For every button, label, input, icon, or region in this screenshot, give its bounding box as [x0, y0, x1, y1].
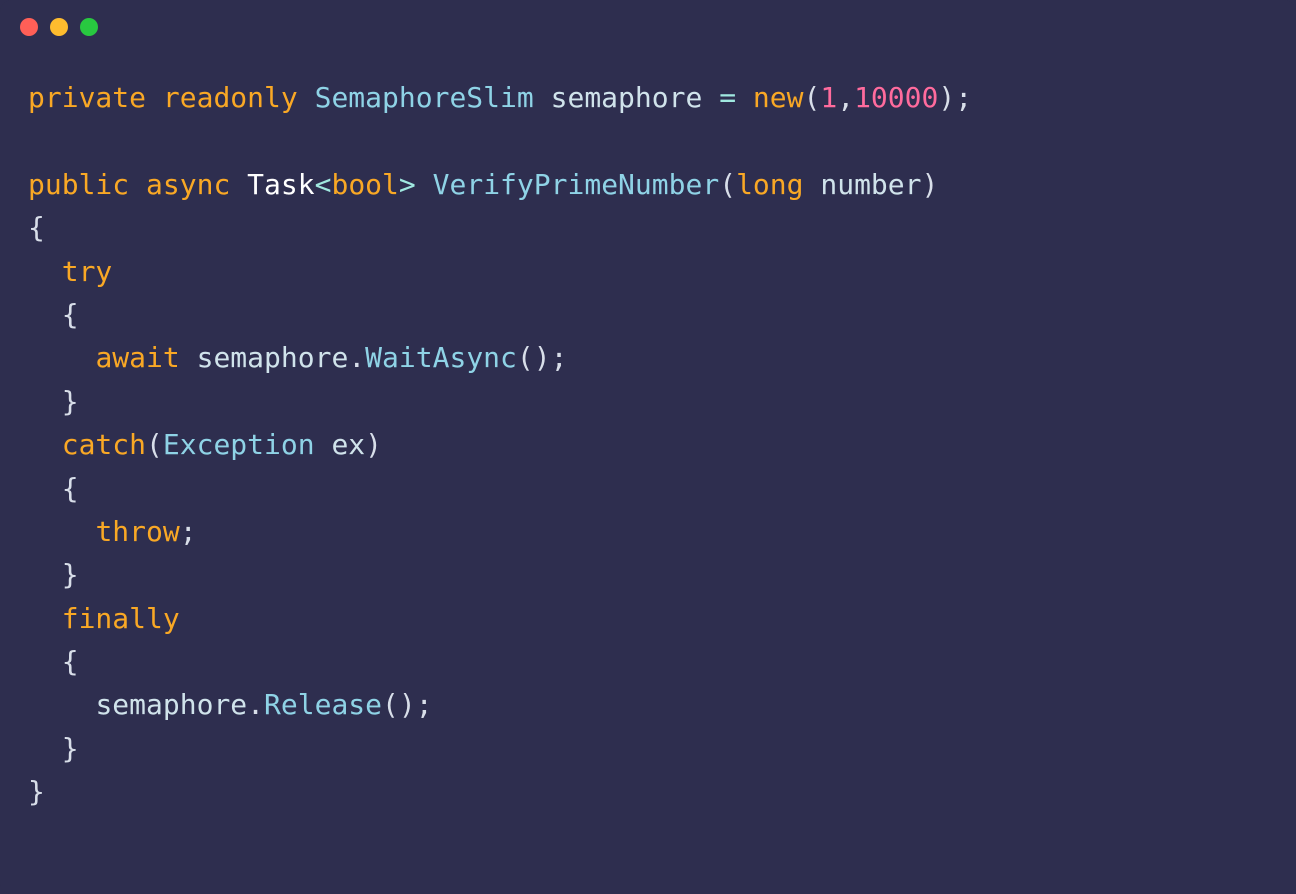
- type-task: Task: [247, 168, 314, 201]
- var-semaphore: semaphore: [95, 688, 247, 721]
- brace-close: }: [62, 558, 79, 591]
- dot: .: [348, 341, 365, 374]
- close-icon[interactable]: [20, 18, 38, 36]
- brace-open: {: [62, 298, 79, 331]
- paren-close: ): [399, 688, 416, 721]
- brace-close: }: [62, 732, 79, 765]
- keyword-readonly: readonly: [163, 81, 298, 114]
- paren-close: ): [938, 81, 955, 114]
- semicolon: ;: [180, 515, 197, 548]
- angle-close: >: [399, 168, 416, 201]
- method-release: Release: [264, 688, 382, 721]
- semicolon: ;: [416, 688, 433, 721]
- semicolon: ;: [551, 341, 568, 374]
- keyword-public: public: [28, 168, 129, 201]
- paren-close: ): [365, 428, 382, 461]
- type-long: long: [736, 168, 803, 201]
- var-ex: ex: [331, 428, 365, 461]
- keyword-private: private: [28, 81, 146, 114]
- paren-open: (: [803, 81, 820, 114]
- keyword-new: new: [753, 81, 804, 114]
- number-1: 1: [820, 81, 837, 114]
- maximize-icon[interactable]: [80, 18, 98, 36]
- var-semaphore: semaphore: [551, 81, 703, 114]
- window-titlebar: [0, 0, 1296, 36]
- type-bool: bool: [331, 168, 398, 201]
- method-waitasync: WaitAsync: [365, 341, 517, 374]
- comma: ,: [837, 81, 854, 114]
- paren-open: (: [382, 688, 399, 721]
- code-window: private readonly SemaphoreSlim semaphore…: [0, 0, 1296, 894]
- brace-close: }: [28, 775, 45, 808]
- brace-open: {: [28, 211, 45, 244]
- paren-close: ): [922, 168, 939, 201]
- paren-close: ): [534, 341, 551, 374]
- method-verifyprimenumber: VerifyPrimeNumber: [433, 168, 720, 201]
- angle-open: <: [315, 168, 332, 201]
- keyword-finally: finally: [62, 602, 180, 635]
- keyword-await: await: [95, 341, 179, 374]
- keyword-catch: catch: [62, 428, 146, 461]
- var-semaphore: semaphore: [197, 341, 349, 374]
- brace-close: }: [62, 385, 79, 418]
- paren-open: (: [719, 168, 736, 201]
- minimize-icon[interactable]: [50, 18, 68, 36]
- keyword-async: async: [146, 168, 230, 201]
- paren-open: (: [517, 341, 534, 374]
- dot: .: [247, 688, 264, 721]
- operator-eq: =: [719, 81, 736, 114]
- type-exception: Exception: [163, 428, 315, 461]
- brace-open: {: [62, 472, 79, 505]
- paren-open: (: [146, 428, 163, 461]
- code-block: private readonly SemaphoreSlim semaphore…: [0, 36, 1296, 854]
- keyword-try: try: [62, 255, 113, 288]
- number-10000: 10000: [854, 81, 938, 114]
- semicolon: ;: [955, 81, 972, 114]
- keyword-throw: throw: [95, 515, 179, 548]
- brace-open: {: [62, 645, 79, 678]
- param-number: number: [820, 168, 921, 201]
- type-semaphoreslim: SemaphoreSlim: [315, 81, 534, 114]
